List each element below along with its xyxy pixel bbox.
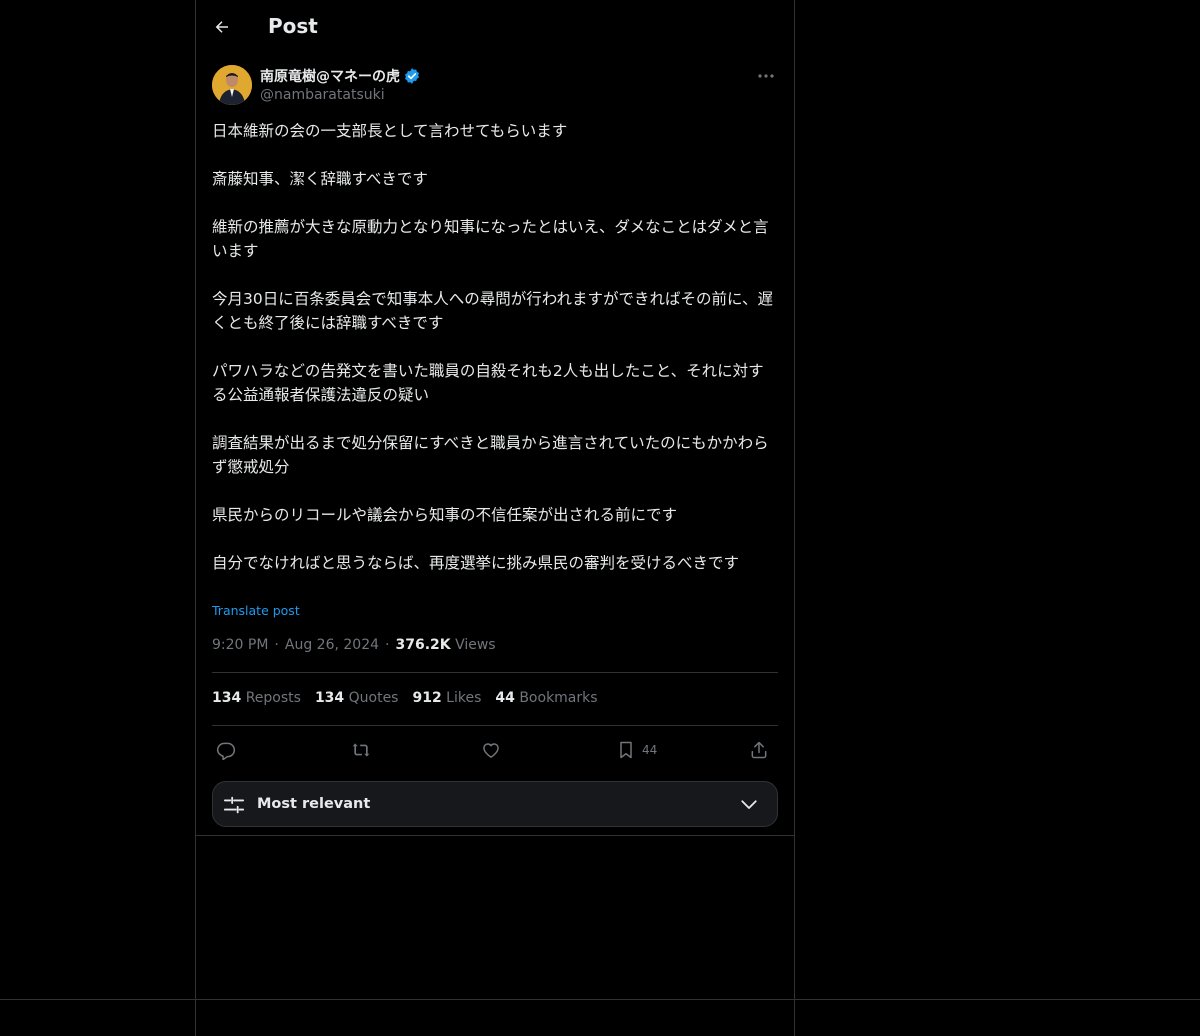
quotes-label: Quotes: [348, 690, 399, 706]
bookmarks-stat[interactable]: 44 Bookmarks: [495, 690, 597, 706]
chevron-down-icon: [741, 800, 757, 809]
post-actions-bar: 44: [212, 736, 778, 764]
heart-icon: [483, 743, 499, 758]
post-paragraph: 県民からのリコールや議会から知事の不信任案が出される前にです: [212, 506, 678, 524]
post-metadata: 9:20 PM · Aug 26, 2024 · 376.2K Views: [212, 637, 496, 653]
post-paragraph: 調査結果が出るまで処分保留にすべきと職員から進言されていたのにもかかわらず懲戒処…: [212, 434, 769, 476]
sort-label: Most relevant: [257, 796, 371, 812]
meta-separator: ·: [274, 637, 279, 653]
bookmarks-label: Bookmarks: [519, 690, 598, 706]
avatar-image: [212, 65, 252, 105]
bookmark-icon: [620, 741, 632, 759]
post-section-bottom-border: [196, 835, 794, 836]
post-author: 南原竜樹@マネーの虎 @nambaratatsuki: [212, 65, 778, 109]
like-button[interactable]: [481, 736, 501, 764]
share-button[interactable]: [749, 736, 769, 764]
post-header-bar: Post: [196, 0, 794, 54]
reply-sort-selector[interactable]: Most relevant: [212, 781, 778, 827]
bookmark-button[interactable]: 44: [616, 736, 657, 764]
meta-separator: ·: [385, 637, 390, 653]
more-horizontal-icon: [758, 74, 774, 78]
post-body: 日本維新の会の一支部長として言わせてもらいます 斎藤知事、潔く辞職すべきです 維…: [212, 119, 778, 575]
post-detail-column: Post 南原竜樹@マネーの虎 @nambaratatsuki 日本維新の会の一…: [196, 0, 794, 836]
reposts-count: 134: [212, 690, 242, 706]
reposts-stat[interactable]: 134 Reposts: [212, 690, 301, 706]
views-count: 376.2K: [395, 637, 451, 653]
post-paragraph: 維新の推薦が大きな原動力となり知事になったとはいえ、ダメなことはダメと言います: [212, 218, 769, 260]
bookmark-count: 44: [642, 743, 658, 757]
reposts-label: Reposts: [245, 690, 301, 706]
post-paragraph: 自分でなければと思うならば、再度選挙に挑み県民の審判を受けるべきです: [212, 554, 740, 572]
author-name-row: 南原竜樹@マネーの虎: [260, 66, 421, 86]
reply-icon: [216, 742, 236, 760]
author-display-name[interactable]: 南原竜樹@マネーの虎: [260, 66, 400, 86]
avatar[interactable]: [212, 65, 252, 105]
quotes-count: 134: [314, 690, 345, 706]
author-handle[interactable]: @nambaratatsuki: [260, 87, 385, 103]
sliders-icon: [223, 796, 245, 814]
more-options-button[interactable]: [754, 67, 778, 85]
likes-label: Likes: [446, 690, 482, 706]
post-paragraph: 今月30日に百条委員会で知事本人への尋問が行われますができればその前に、遅くとも…: [212, 290, 773, 332]
post-time[interactable]: 9:20 PM: [212, 637, 268, 653]
share-icon: [751, 741, 767, 759]
back-button[interactable]: [208, 10, 236, 44]
left-column-border: [195, 0, 196, 1036]
divider: [212, 672, 778, 673]
repost-icon: [352, 743, 370, 757]
divider: [212, 725, 778, 726]
quotes-stat[interactable]: 134 Quotes: [315, 690, 399, 706]
engagement-stats: 134 Reposts 134 Quotes 912 Likes 44 Book…: [212, 690, 612, 706]
views-label: Views: [455, 637, 496, 653]
reply-button[interactable]: [216, 736, 236, 764]
arrow-left-icon: [215, 21, 228, 33]
likes-count: 912: [412, 690, 442, 706]
post-paragraph: 斎藤知事、潔く辞職すべきです: [212, 170, 428, 188]
post-paragraph: パワハラなどの告発文を書いた職員の自殺それも2人も出したこと、それに対する公益通…: [212, 362, 764, 404]
verified-badge-icon: [403, 67, 421, 85]
post-paragraph: 日本維新の会の一支部長として言わせてもらいます: [212, 122, 568, 140]
bookmarks-count: 44: [495, 690, 515, 706]
page-title: Post: [268, 14, 318, 38]
likes-stat[interactable]: 912 Likes: [412, 690, 481, 706]
translate-post-link[interactable]: Translate post: [212, 603, 300, 618]
repost-button[interactable]: [350, 736, 372, 764]
right-column-border: [794, 0, 795, 1036]
bottom-horizontal-rule: [0, 999, 1200, 1000]
post-date[interactable]: Aug 26, 2024: [285, 637, 379, 653]
